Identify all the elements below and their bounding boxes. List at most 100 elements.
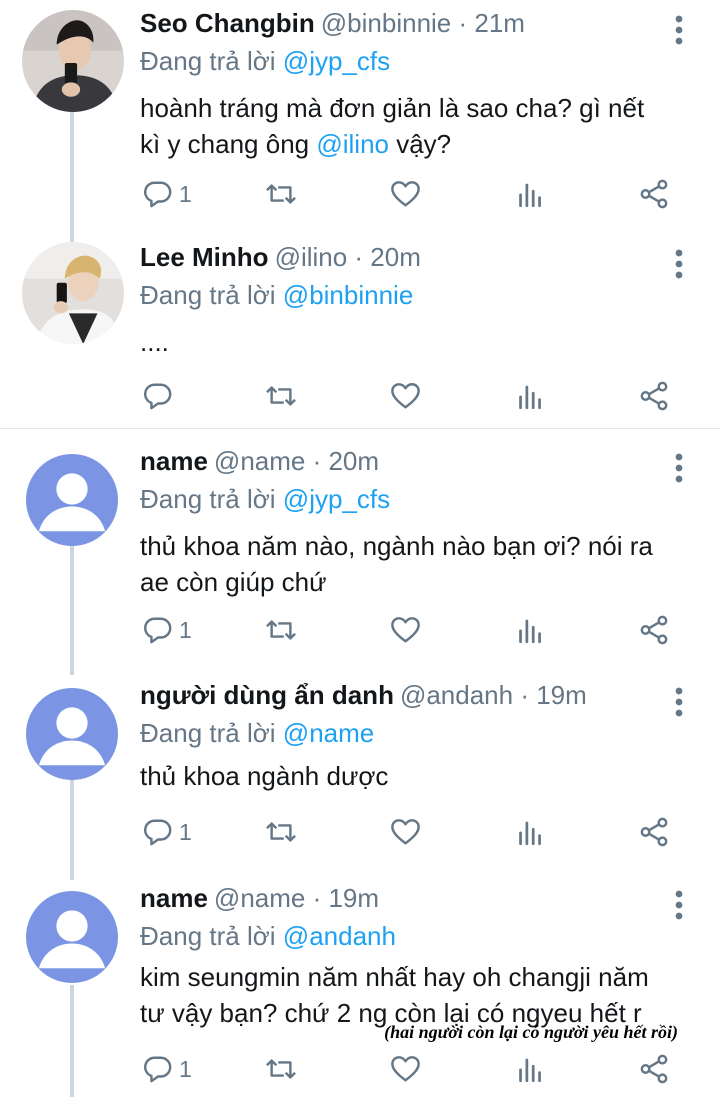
share-button[interactable] [639,610,669,650]
replying-to: Đang trả lời @binbinnie [140,280,413,311]
retweet-icon [264,179,298,209]
handwritten-annotation: (hai người còn lại có người yêu hết rồi) [384,1022,678,1042]
replying-to: Đang trả lời @jyp_cfs [140,46,390,77]
retweet-button[interactable] [264,174,298,214]
handle-and-time: @name · 20m [213,446,380,476]
retweet-button[interactable] [264,1049,298,1089]
heart-icon [390,817,421,847]
replying-to-mention[interactable]: @andanh [283,921,396,951]
share-button[interactable] [639,1049,669,1089]
like-button[interactable] [390,376,421,416]
display-name[interactable]: người dùng ẩn danh [140,680,394,711]
display-name[interactable]: Lee Minho [140,242,269,273]
tweet-actions: 1 [0,610,720,650]
share-button[interactable] [639,376,669,416]
handle-and-time: @name · 19m [213,883,380,913]
reply-icon [143,817,173,847]
tweet-header: name @name · 20m [140,446,379,486]
replying-to-mention[interactable]: @binbinnie [283,280,413,310]
tweet-text: thủ khoa ngành dược [140,761,389,791]
tweet-name-1[interactable]: name @name · 20m Đang trả lời @jyp_cfs t… [0,446,720,651]
avatar[interactable] [22,242,124,344]
tweet-actions: 1 [0,174,720,214]
analytics-icon [516,615,545,645]
heart-icon [390,615,421,645]
retweet-button[interactable] [264,812,298,852]
analytics-icon [516,381,545,411]
tweet-text-span: vậy? [389,129,452,159]
replying-to-mention[interactable]: @jyp_cfs [283,46,390,76]
reply-button[interactable]: 1 [143,174,192,214]
reply-button[interactable]: 1 [143,1049,192,1089]
tweet-actions: 1 [0,1049,720,1089]
reply-icon [143,615,173,645]
reply-count: 1 [179,818,192,845]
display-name[interactable]: name [140,446,208,477]
retweet-icon [264,615,298,645]
replying-to: Đang trả lời @andanh [140,921,396,952]
replying-to: Đang trả lời @name [140,718,374,749]
tweet-actions [0,376,720,416]
analytics-icon [516,179,545,209]
default-avatar-icon[interactable] [26,454,118,546]
tweet-text-line: kim seungmin năm nhất hay oh changji năm [140,962,649,992]
share-icon [639,179,669,209]
tweet-text: .... [140,327,169,357]
share-button[interactable] [639,174,669,214]
handle-and-time: @andanh · 19m [399,680,587,710]
mention-link[interactable]: @ilino [316,129,389,159]
analytics-button[interactable] [516,812,545,852]
replying-to-mention[interactable]: @jyp_cfs [283,484,390,514]
tweet-text-line: thủ khoa năm nào, ngành nào bạn ơi? nói … [140,531,653,561]
heart-icon [390,381,421,411]
display-name[interactable]: name [140,883,208,914]
tweet-header: Seo Changbin @binbinnie · 21m [140,8,525,48]
display-name[interactable]: Seo Changbin [140,8,315,39]
reply-icon [143,381,173,411]
tweet-header: người dùng ẩn danh @andanh · 19m [140,680,587,720]
reply-button[interactable] [143,376,179,416]
heart-icon [390,1054,421,1084]
more-vertical-icon[interactable] [664,10,694,50]
default-avatar-icon[interactable] [26,688,118,780]
replying-to-mention[interactable]: @name [283,718,374,748]
replying-to-label: Đang trả lời [140,46,276,76]
replying-to-label: Đang trả lời [140,718,276,748]
default-avatar-icon[interactable] [26,891,118,983]
like-button[interactable] [390,610,421,650]
tweet-text-line: hoành tráng mà đơn giản là sao cha? gì n… [140,93,645,123]
more-vertical-icon[interactable] [664,244,694,284]
analytics-button[interactable] [516,174,545,214]
reply-button[interactable]: 1 [143,812,192,852]
tweet-text-line: kì y chang ông @ilino vậy? [140,126,644,162]
share-icon [639,1054,669,1084]
more-vertical-icon[interactable] [664,682,694,722]
more-vertical-icon[interactable] [664,885,694,925]
tweet-nguoi-dung-an-danh[interactable]: người dùng ẩn danh @andanh · 19m Đang tr… [0,680,720,860]
retweet-icon [264,1054,298,1084]
tweet-name-2[interactable]: name @name · 19m Đang trả lời @andanh ki… [0,883,720,1093]
tweet-text-line: ae còn giúp chứ [140,567,327,597]
analytics-icon [516,817,545,847]
tweet-seo-changbin[interactable]: Seo Changbin @binbinnie · 21m Đang trả l… [0,8,720,213]
avatar[interactable] [22,10,124,112]
analytics-button[interactable] [516,1049,545,1089]
tweet-header: name @name · 19m [140,883,379,923]
like-button[interactable] [390,174,421,214]
reply-icon [143,1054,173,1084]
thread-divider [0,428,720,429]
handle-and-time: @ilino · 20m [274,242,421,272]
retweet-button[interactable] [264,610,298,650]
analytics-button[interactable] [516,376,545,416]
like-button[interactable] [390,1049,421,1089]
reply-button[interactable]: 1 [143,610,192,650]
tweet-actions: 1 [0,812,720,852]
replying-to-label: Đang trả lời [140,280,276,310]
analytics-button[interactable] [516,610,545,650]
tweet-text: kim seungmin năm nhất hay oh changji năm… [140,959,649,1031]
retweet-button[interactable] [264,376,298,416]
like-button[interactable] [390,812,421,852]
share-button[interactable] [639,812,669,852]
tweet-lee-minho[interactable]: Lee Minho @ilino · 20m Đang trả lời @bin… [0,242,720,417]
more-vertical-icon[interactable] [664,448,694,488]
